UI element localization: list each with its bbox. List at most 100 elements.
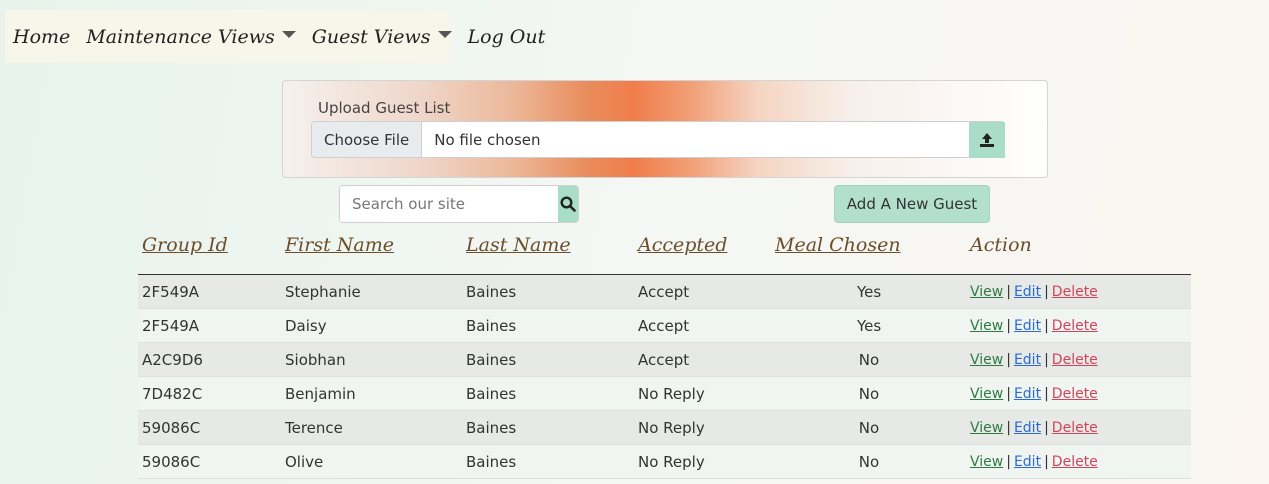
cell-meal-chosen: Yes bbox=[857, 283, 882, 301]
cell-actions: View | Edit | Delete bbox=[970, 386, 1098, 402]
cell-meal-chosen: No bbox=[858, 419, 880, 437]
cell-meal-chosen: Yes bbox=[857, 317, 882, 335]
search-icon bbox=[560, 196, 576, 212]
cell-last-name: Baines bbox=[466, 419, 517, 437]
cell-actions: View | Edit | Delete bbox=[970, 318, 1098, 334]
cell-first-name: Terence bbox=[285, 419, 343, 437]
upload-button[interactable] bbox=[969, 122, 1005, 158]
separator: | bbox=[1044, 454, 1049, 470]
cell-meal-chosen: No bbox=[858, 385, 880, 403]
nav-maintenance-label: Maintenance Views bbox=[86, 25, 275, 48]
caret-down-icon bbox=[281, 31, 296, 38]
top-nav: Home Maintenance Views Guest Views Log O… bbox=[5, 10, 545, 63]
file-input[interactable]: Choose File No file chosen bbox=[311, 121, 1005, 158]
cell-last-name: Baines bbox=[466, 351, 517, 369]
view-link[interactable]: View bbox=[970, 318, 1003, 334]
cell-meal-chosen: No bbox=[858, 351, 880, 369]
file-name-text: No file chosen bbox=[434, 130, 541, 149]
cell-last-name: Baines bbox=[466, 283, 517, 301]
table-row: 2F549A Daisy Baines Accept Yes View | Edit | Dele… bbox=[138, 309, 1191, 343]
delete-link[interactable]: Delete bbox=[1052, 284, 1098, 300]
upload-icon bbox=[980, 133, 994, 147]
cell-actions: View | Edit | Delete bbox=[970, 420, 1098, 436]
upload-label: Upload Guest List bbox=[318, 99, 451, 117]
cell-first-name: Siobhan bbox=[285, 351, 346, 369]
nav-guest-label: Guest Views bbox=[311, 25, 431, 48]
edit-link[interactable]: Edit bbox=[1014, 284, 1041, 300]
guest-table: Group Id First Name Last Name Accepted M… bbox=[138, 226, 1191, 479]
cell-first-name: Olive bbox=[285, 453, 324, 471]
cell-first-name: Benjamin bbox=[285, 385, 356, 403]
cell-group-id: 7D482C bbox=[142, 385, 203, 403]
separator: | bbox=[1044, 352, 1049, 368]
header-accepted[interactable]: Accepted bbox=[638, 234, 727, 256]
view-link[interactable]: View bbox=[970, 454, 1003, 470]
edit-link[interactable]: Edit bbox=[1014, 352, 1041, 368]
cell-actions: View | Edit | Delete bbox=[970, 454, 1098, 470]
cell-accepted: Accept bbox=[638, 351, 690, 369]
table-row: 59086C Olive Baines No Reply No View | Edit | Del… bbox=[138, 445, 1191, 479]
separator: | bbox=[1044, 284, 1049, 300]
table-row: 59086C Terence Baines No Reply No View | Edit | D… bbox=[138, 411, 1191, 445]
edit-link[interactable]: Edit bbox=[1014, 420, 1041, 436]
header-group-id[interactable]: Group Id bbox=[142, 234, 228, 256]
cell-group-id: A2C9D6 bbox=[142, 351, 203, 369]
cell-first-name: Stephanie bbox=[285, 283, 361, 301]
separator: | bbox=[1006, 284, 1011, 300]
cell-group-id: 59086C bbox=[142, 419, 201, 437]
edit-link[interactable]: Edit bbox=[1014, 386, 1041, 402]
separator: | bbox=[1006, 420, 1011, 436]
nav-logout-label: Log Out bbox=[467, 25, 546, 48]
choose-file-button[interactable]: Choose File bbox=[312, 122, 423, 157]
cell-group-id: 59086C bbox=[142, 453, 201, 471]
edit-link[interactable]: Edit bbox=[1014, 454, 1041, 470]
table-body: 2F549A Stephanie Baines Accept Yes View | Edit |… bbox=[138, 275, 1191, 479]
cell-group-id: 2F549A bbox=[142, 283, 200, 301]
cell-actions: View | Edit | Delete bbox=[970, 352, 1098, 368]
view-link[interactable]: View bbox=[970, 284, 1003, 300]
view-link[interactable]: View bbox=[970, 386, 1003, 402]
view-link[interactable]: View bbox=[970, 352, 1003, 368]
nav-guest-views[interactable]: Guest Views bbox=[304, 26, 460, 48]
separator: | bbox=[1006, 386, 1011, 402]
header-last-name[interactable]: Last Name bbox=[466, 234, 571, 256]
delete-link[interactable]: Delete bbox=[1052, 454, 1098, 470]
separator: | bbox=[1044, 318, 1049, 334]
search-button[interactable] bbox=[558, 186, 578, 222]
cell-last-name: Baines bbox=[466, 317, 517, 335]
nav-maintenance-views[interactable]: Maintenance Views bbox=[78, 26, 303, 48]
separator: | bbox=[1006, 352, 1011, 368]
cell-last-name: Baines bbox=[466, 385, 517, 403]
table-row: 7D482C Benjamin Baines No Reply No View | Edit |… bbox=[138, 377, 1191, 411]
table-row: A2C9D6 Siobhan Baines Accept No View | Edit | Del… bbox=[138, 343, 1191, 377]
cell-actions: View | Edit | Delete bbox=[970, 284, 1098, 300]
nav-home[interactable]: Home bbox=[5, 26, 78, 48]
upload-panel: Upload Guest List Choose File No file ch… bbox=[282, 80, 1048, 178]
delete-link[interactable]: Delete bbox=[1052, 352, 1098, 368]
search-input[interactable] bbox=[340, 186, 558, 222]
cell-group-id: 2F549A bbox=[142, 317, 200, 335]
cell-accepted: Accept bbox=[638, 317, 690, 335]
delete-link[interactable]: Delete bbox=[1052, 386, 1098, 402]
header-first-name[interactable]: First Name bbox=[285, 234, 394, 256]
separator: | bbox=[1044, 386, 1049, 402]
cell-accepted: No Reply bbox=[638, 453, 705, 471]
caret-down-icon bbox=[437, 31, 452, 38]
search-bar bbox=[339, 185, 579, 223]
header-action: Action bbox=[970, 234, 1032, 256]
nav-home-label: Home bbox=[13, 25, 71, 48]
delete-link[interactable]: Delete bbox=[1052, 420, 1098, 436]
separator: | bbox=[1006, 318, 1011, 334]
table-row: 2F549A Stephanie Baines Accept Yes View | Edit |… bbox=[138, 275, 1191, 309]
separator: | bbox=[1006, 454, 1011, 470]
cell-accepted: No Reply bbox=[638, 385, 705, 403]
cell-last-name: Baines bbox=[466, 453, 517, 471]
header-meal-chosen[interactable]: Meal Chosen bbox=[775, 234, 901, 256]
delete-link[interactable]: Delete bbox=[1052, 318, 1098, 334]
separator: | bbox=[1044, 420, 1049, 436]
view-link[interactable]: View bbox=[970, 420, 1003, 436]
nav-log-out[interactable]: Log Out bbox=[460, 26, 554, 48]
edit-link[interactable]: Edit bbox=[1014, 318, 1041, 334]
add-new-guest-button[interactable]: Add A New Guest bbox=[834, 185, 990, 223]
cell-first-name: Daisy bbox=[285, 317, 327, 335]
